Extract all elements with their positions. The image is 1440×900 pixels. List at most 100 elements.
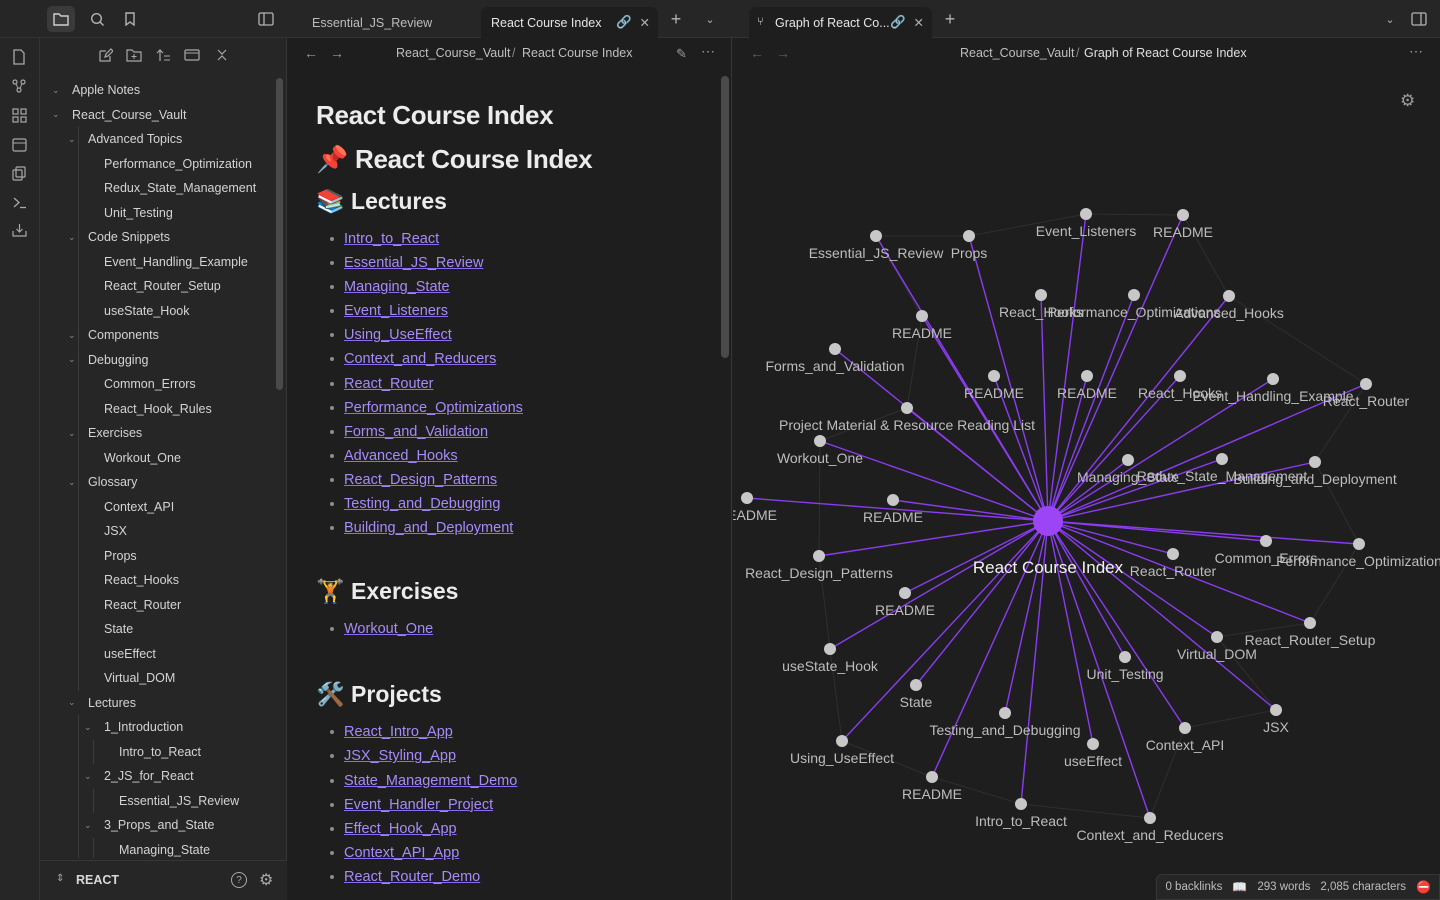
tree-file[interactable]: Virtual_DOM (104, 666, 175, 690)
chevron-down-icon[interactable]: ⌄ (84, 771, 96, 782)
internal-link[interactable]: Building_and_Deployment (344, 520, 513, 536)
vault-switch-icon[interactable]: ⇕ (56, 873, 64, 884)
tab-essential-js-review[interactable]: Essential_JS_Review (302, 7, 477, 38)
sync-status-icon[interactable]: ⛔ (1416, 880, 1431, 894)
chevron-down-icon[interactable]: ⌄ (84, 820, 96, 831)
breadcrumb-vault[interactable]: React_Course_Vault (396, 46, 510, 60)
chevron-down-icon[interactable]: ⌄ (1376, 6, 1404, 32)
graph-node[interactable] (813, 550, 825, 562)
tree-folder[interactable]: ⌄ Exercises (68, 421, 142, 445)
search-icon[interactable] (83, 6, 111, 32)
tree-file[interactable]: React_Router (104, 593, 181, 617)
internal-link[interactable]: React_Intro_App (344, 724, 453, 740)
auto-reveal-icon[interactable] (183, 46, 201, 64)
new-note-icon[interactable] (96, 46, 114, 64)
tree-folder[interactable]: ⌄ 2_JS_for_React (84, 764, 194, 788)
breadcrumb-note[interactable]: Graph of React Course Index (1084, 46, 1247, 60)
graph-node[interactable] (1360, 378, 1372, 390)
graph-node[interactable] (1081, 370, 1093, 382)
open-quick-switcher-icon[interactable] (10, 48, 28, 66)
close-icon[interactable]: ✕ (914, 15, 924, 30)
graph-node[interactable] (1174, 370, 1186, 382)
graph-node[interactable] (999, 707, 1011, 719)
graph-canvas[interactable]: Essential_JS_Review Props Event_Listeners R… (733, 38, 1440, 900)
tree-folder[interactable]: ⌄ Code Snippets (68, 225, 170, 249)
internal-link[interactable]: Intro_to_React (344, 231, 439, 247)
terminal-icon[interactable] (10, 193, 28, 211)
calendar-icon[interactable] (10, 135, 28, 153)
new-tab-icon[interactable]: + (662, 6, 690, 32)
link-icon[interactable]: 🔗 (890, 15, 906, 30)
internal-link[interactable]: React_Router (344, 376, 433, 392)
reading-mode-icon[interactable]: 📖 (1232, 880, 1247, 894)
chevron-down-icon[interactable]: ⌄ (696, 6, 724, 32)
graph-node[interactable] (887, 494, 899, 506)
graph-node[interactable] (910, 679, 922, 691)
internal-link[interactable]: Forms_and_Validation (344, 424, 488, 440)
internal-link[interactable]: Advanced_Hooks (344, 448, 458, 464)
graph-node[interactable] (1177, 209, 1189, 221)
graph-node[interactable] (1353, 538, 1365, 550)
tree-file[interactable]: JSX (104, 519, 127, 543)
graph-node[interactable] (824, 643, 836, 655)
tree-file[interactable]: Performance_Optimization (104, 152, 252, 176)
bookmark-icon[interactable] (116, 6, 144, 32)
tree-file[interactable]: Managing_State (119, 838, 210, 859)
graph-node[interactable] (926, 771, 938, 783)
help-icon[interactable]: ? (231, 872, 247, 888)
internal-link[interactable]: Using_UseEffect (344, 327, 452, 343)
internal-link[interactable]: State_Management_Demo (344, 773, 517, 789)
graph-node[interactable] (741, 492, 753, 504)
graph-node[interactable] (1267, 373, 1279, 385)
graph-node[interactable] (1119, 651, 1131, 663)
chevron-down-icon[interactable]: ⌄ (84, 722, 96, 733)
internal-link[interactable]: Context_and_Reducers (344, 351, 496, 367)
graph-node[interactable] (814, 435, 826, 447)
graph-node[interactable] (1304, 617, 1316, 629)
canvas-icon[interactable] (10, 106, 28, 124)
tree-file[interactable]: Props (104, 544, 137, 568)
tree-folder[interactable]: ⌄ Lectures (68, 691, 136, 715)
link-icon[interactable]: 🔗 (616, 15, 632, 30)
tree-file[interactable]: Intro_to_React (119, 740, 201, 764)
tree-file[interactable]: Redux_State_Management (104, 176, 256, 200)
tree-file[interactable]: Unit_Testing (104, 201, 173, 225)
chevron-down-icon[interactable]: ⌄ (52, 109, 64, 120)
graph-node[interactable] (988, 370, 1000, 382)
files-icon[interactable] (47, 6, 75, 32)
back-arrow-icon[interactable]: ← (304, 45, 318, 61)
graph-node[interactable] (1035, 289, 1047, 301)
graph-node[interactable] (1270, 704, 1282, 716)
internal-link[interactable]: React_Router_Demo (344, 869, 480, 885)
graph-node[interactable] (1128, 289, 1140, 301)
graph-node[interactable] (1087, 738, 1099, 750)
tree-folder[interactable]: ⌄ Components (68, 323, 159, 347)
tree-file[interactable]: useState_Hook (104, 299, 189, 323)
internal-link[interactable]: Performance_Optimizations (344, 400, 523, 416)
collapse-all-icon[interactable] (213, 46, 231, 64)
internal-link[interactable]: Event_Listeners (344, 303, 448, 319)
graph-node[interactable] (963, 230, 975, 242)
graph-node[interactable] (899, 587, 911, 599)
back-arrow-icon[interactable]: ← (750, 45, 764, 61)
copy-icon[interactable] (10, 164, 28, 182)
sidebar-scrollbar[interactable] (276, 78, 283, 390)
tree-file[interactable]: Context_API (104, 495, 174, 519)
tree-folder[interactable]: ⌄ Apple Notes (52, 78, 140, 102)
graph-node[interactable] (1211, 631, 1223, 643)
backlinks-count[interactable]: 0 backlinks (1165, 881, 1222, 893)
right-sidebar-toggle-icon[interactable] (1405, 6, 1433, 32)
graph-node[interactable] (1167, 548, 1179, 560)
vault-name[interactable]: REACT (76, 873, 119, 887)
chevron-down-icon[interactable]: ⌄ (68, 697, 80, 708)
internal-link[interactable]: JSX_Styling_App (344, 748, 456, 764)
editor-scrollbar[interactable] (721, 76, 729, 358)
graph-node[interactable] (1179, 722, 1191, 734)
internal-link[interactable]: Testing_and_Debugging (344, 496, 500, 512)
tree-file[interactable]: State (104, 617, 133, 641)
edit-pencil-icon[interactable]: ✎ (676, 46, 687, 62)
sort-icon[interactable] (154, 46, 172, 64)
tree-folder[interactable]: ⌄ 1_Introduction (84, 715, 183, 739)
tab-graph[interactable]: ⑂ Graph of React Co... 🔗 ✕ (749, 7, 932, 38)
import-icon[interactable] (10, 221, 28, 239)
